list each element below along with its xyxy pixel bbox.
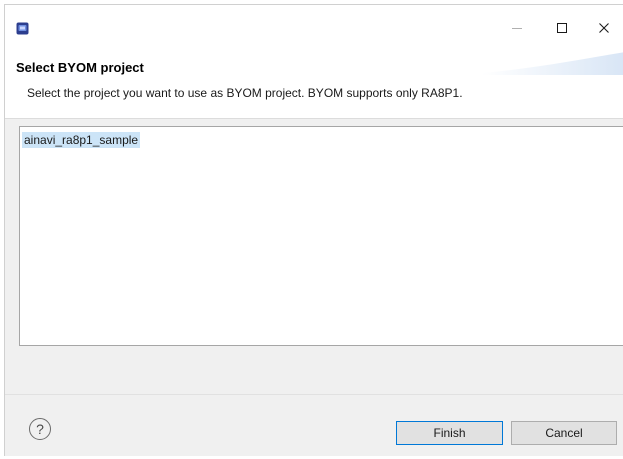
footer-divider: [5, 394, 623, 395]
close-button[interactable]: [584, 14, 623, 42]
wizard-header: Select BYOM project Select the project y…: [5, 51, 623, 119]
wizard-title: Select BYOM project: [16, 60, 144, 75]
minimize-icon: [512, 28, 522, 29]
project-list-item[interactable]: ainavi_ra8p1_sample: [22, 132, 141, 148]
finish-button[interactable]: Finish: [396, 421, 503, 445]
help-button[interactable]: ?: [29, 418, 51, 440]
title-bar[interactable]: [5, 5, 623, 51]
header-banner-graphic: [482, 52, 623, 75]
close-icon: [599, 23, 609, 33]
app-icon: [16, 22, 29, 35]
project-list[interactable]: ainavi_ra8p1_sample: [19, 126, 623, 346]
byom-wizard-dialog: Select BYOM project Select the project y…: [4, 4, 623, 456]
wizard-description: Select the project you want to use as BY…: [27, 86, 463, 100]
maximize-icon: [557, 23, 567, 33]
wizard-footer: ? Finish Cancel: [5, 394, 623, 456]
cancel-button[interactable]: Cancel: [511, 421, 617, 445]
minimize-button[interactable]: [497, 14, 537, 42]
help-icon: ?: [36, 421, 44, 437]
wizard-content: ainavi_ra8p1_sample: [5, 119, 623, 394]
maximize-button[interactable]: [542, 14, 582, 42]
